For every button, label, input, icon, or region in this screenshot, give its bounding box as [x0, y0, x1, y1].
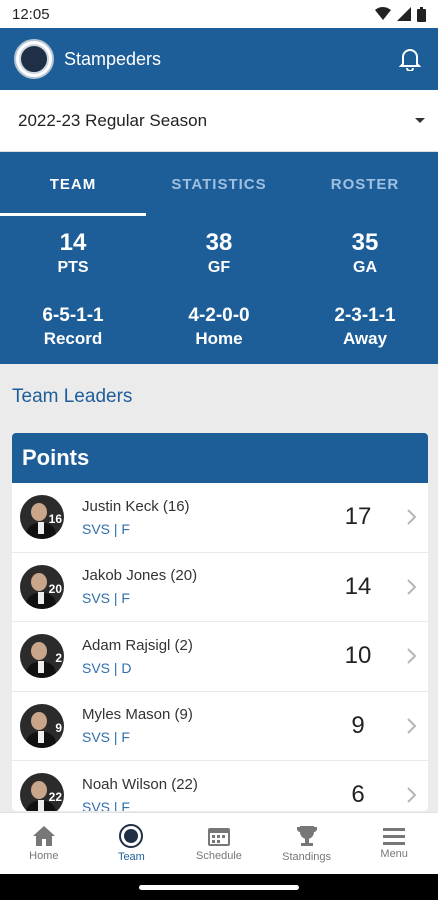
stat-pts: 14 PTS — [0, 216, 146, 290]
stats-row-record: 6-5-1-1 Record 4-2-0-0 Home 2-3-1-1 Away — [0, 290, 438, 364]
stat-value: 14 — [59, 229, 87, 256]
stat-ga: 35 GA — [292, 216, 438, 290]
stat-label: Away — [342, 329, 388, 348]
player-avatar: 2 — [20, 634, 64, 679]
player-name: Justin Keck (16) — [82, 497, 190, 515]
gesture-handle[interactable] — [139, 884, 299, 890]
gesture-bar-area — [0, 874, 438, 900]
leader-row[interactable]: 16 Justin Keck (16) SVS | F 17 — [12, 483, 428, 553]
nav-schedule[interactable]: Schedule — [175, 813, 263, 874]
stat-label: Record — [43, 329, 103, 348]
chevron-right-icon — [407, 648, 417, 664]
wifi-icon — [375, 7, 391, 20]
tab-statistics[interactable]: STATISTICS — [146, 152, 292, 216]
player-team-position: SVS | D — [82, 659, 132, 676]
nav-team[interactable]: Team — [88, 813, 176, 874]
app-bar: Stampeders — [0, 28, 438, 90]
player-name: Noah Wilson (22) — [82, 775, 198, 793]
player-info: Justin Keck (16) SVS | F — [82, 498, 338, 537]
player-avatar: 20 — [20, 564, 64, 609]
player-name: Adam Rajsigl (2) — [82, 636, 193, 654]
bell-icon[interactable] — [396, 45, 424, 73]
app-title: Stampeders — [64, 48, 162, 69]
nav-team-label: Team — [117, 851, 145, 863]
stat-label: GA — [353, 259, 377, 276]
player-team-position: SVS | F — [82, 729, 130, 746]
player-avatar: 22 — [20, 773, 64, 811]
stat-value: 2-3-1-1 — [334, 305, 396, 326]
player-avatar: 9 — [20, 703, 64, 748]
player-points: 14 — [344, 572, 372, 600]
player-team-position: SVS | F — [82, 520, 130, 537]
nav-home[interactable]: Home — [0, 813, 88, 874]
stats-row-primary: 14 PTS 38 GF 35 GA — [0, 216, 438, 290]
team-logo-icon — [119, 824, 144, 848]
section-title-team-leaders: Team Leaders — [12, 386, 133, 407]
tab-roster[interactable]: ROSTER — [292, 152, 438, 216]
chevron-right-icon — [407, 579, 417, 595]
stat-label: GF — [207, 259, 231, 276]
nav-menu-label: Menu — [380, 848, 408, 860]
dropdown-arrow-icon — [415, 117, 425, 123]
leader-row[interactable]: 2 Adam Rajsigl (2) SVS | D 10 — [12, 622, 428, 692]
status-icons — [375, 6, 426, 22]
chevron-right-icon — [407, 509, 417, 525]
player-avatar: 16 — [20, 495, 64, 540]
bottom-nav: Home Team Schedule Standings Menu — [0, 812, 438, 874]
nav-standings[interactable]: Standings — [263, 813, 351, 874]
nav-menu[interactable]: Menu — [350, 813, 438, 874]
battery-icon — [417, 6, 426, 22]
player-points: 10 — [344, 642, 372, 670]
leaders-card-title: Points — [12, 433, 428, 483]
stat-away: 2-3-1-1 Away — [292, 290, 438, 364]
tab-team[interactable]: TEAM — [0, 152, 146, 216]
tab-bar: TEAM STATISTICS ROSTER — [0, 152, 438, 216]
team-stats-panel: 14 PTS 38 GF 35 GA 6-5-1-1 Record 4-2-0-… — [0, 216, 438, 364]
season-selector[interactable]: 2022-23 Regular Season — [0, 90, 438, 152]
nav-home-label: Home — [29, 850, 59, 862]
player-team-position: SVS | F — [82, 798, 130, 811]
player-info: Jakob Jones (20) SVS | F — [82, 567, 338, 606]
player-name: Jakob Jones (20) — [82, 567, 198, 585]
trophy-icon — [296, 826, 317, 846]
stat-value: 38 — [205, 229, 233, 256]
signal-icon — [397, 7, 411, 21]
status-bar: 12:05 — [0, 0, 438, 28]
leaders-card-points: Points 16 Justin Keck (16) SVS | F 17 20… — [12, 433, 428, 811]
player-info: Myles Mason (9) SVS | F — [82, 706, 338, 745]
player-points: 9 — [351, 711, 365, 739]
team-logo[interactable] — [14, 39, 54, 79]
player-points: 6 — [351, 781, 365, 809]
calendar-icon — [207, 828, 230, 846]
player-info: Adam Rajsigl (2) SVS | D — [82, 637, 338, 676]
home-icon — [32, 826, 55, 846]
menu-icon — [383, 828, 406, 845]
stat-gf: 38 GF — [146, 216, 292, 290]
player-info: Noah Wilson (22) SVS | F — [82, 776, 338, 811]
stat-label: Home — [195, 329, 243, 348]
stat-value: 35 — [351, 229, 379, 256]
player-team-position: SVS | F — [82, 590, 130, 607]
stat-record: 6-5-1-1 Record — [0, 290, 146, 364]
leader-row[interactable]: 9 Myles Mason (9) SVS | F 9 — [12, 692, 428, 761]
leader-row[interactable]: 20 Jakob Jones (20) SVS | F 14 — [12, 553, 428, 622]
stat-value: 6-5-1-1 — [42, 305, 104, 326]
status-time: 12:05 — [12, 5, 50, 23]
nav-standings-label: Standings — [282, 851, 332, 863]
stat-home: 4-2-0-0 Home — [146, 290, 292, 364]
leader-row[interactable]: 22 Noah Wilson (22) SVS | F 6 — [12, 761, 428, 811]
chevron-right-icon — [407, 718, 417, 734]
player-name: Myles Mason (9) — [82, 706, 193, 724]
chevron-right-icon — [407, 787, 417, 803]
stat-label: PTS — [57, 259, 89, 276]
season-selector-value: 2022-23 Regular Season — [18, 110, 208, 130]
nav-schedule-label: Schedule — [196, 850, 242, 862]
stat-value: 4-2-0-0 — [188, 305, 250, 326]
player-points: 17 — [344, 503, 372, 531]
